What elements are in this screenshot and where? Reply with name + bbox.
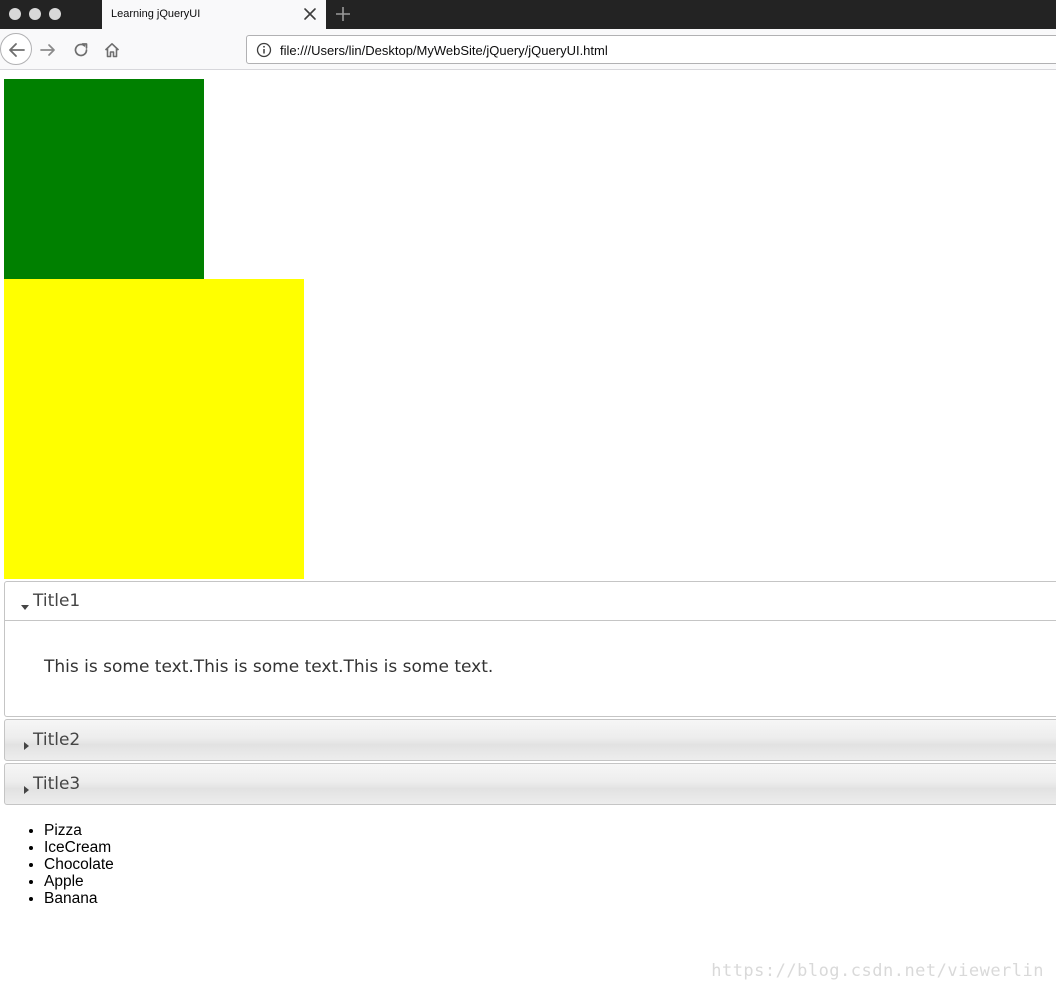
accordion-header-title2[interactable]: Title2 [4,719,1056,761]
accordion-title: Title3 [33,774,81,794]
window-close-light[interactable] [9,8,21,20]
info-icon[interactable] [256,42,272,58]
window-minimize-light[interactable] [29,8,41,20]
url-text[interactable]: file:///Users/lin/Desktop/MyWebSite/jQue… [280,43,608,58]
navigation-toolbar: file:///Users/lin/Desktop/MyWebSite/jQue… [0,29,1056,70]
triangle-down-icon [20,598,30,610]
tab-title: Learning jQueryUI [111,8,201,20]
watermark: https://blog.csdn.net/viewerlin [711,961,1044,981]
back-button[interactable] [0,33,32,65]
reload-icon[interactable] [72,41,90,59]
list-item[interactable]: Chocolate [44,856,114,873]
page-content: Title1 This is some text.This is some te… [0,71,1056,991]
close-icon[interactable] [303,7,317,21]
back-arrow-icon [9,43,25,57]
triangle-right-icon [22,736,32,750]
accordion-title: Title1 [33,591,81,611]
list-item[interactable]: Apple [44,873,114,890]
list-item[interactable]: IceCream [44,839,114,856]
triangle-right-icon [22,780,32,794]
accordion: Title1 This is some text.This is some te… [4,581,1056,805]
list-item[interactable]: Banana [44,890,114,907]
accordion-header-title1[interactable]: Title1 [4,581,1056,621]
plus-icon[interactable] [334,5,352,23]
window-zoom-light[interactable] [49,8,61,20]
forward-arrow-icon[interactable] [39,41,57,59]
list-item[interactable]: Pizza [44,822,114,839]
yellow-box[interactable] [4,279,304,579]
green-box[interactable] [4,79,204,279]
browser-tab[interactable]: Learning jQueryUI [102,0,326,29]
accordion-title: Title2 [33,730,81,750]
home-icon[interactable] [103,41,121,59]
food-list: Pizza IceCream Chocolate Apple Banana [4,822,114,907]
url-bar[interactable]: file:///Users/lin/Desktop/MyWebSite/jQue… [246,35,1056,64]
accordion-panel-title1: This is some text.This is some text.This… [4,621,1056,717]
accordion-header-title3[interactable]: Title3 [4,763,1056,805]
accordion-panel-text: This is some text.This is some text.This… [44,657,494,677]
tab-strip: Learning jQueryUI [0,0,1056,29]
